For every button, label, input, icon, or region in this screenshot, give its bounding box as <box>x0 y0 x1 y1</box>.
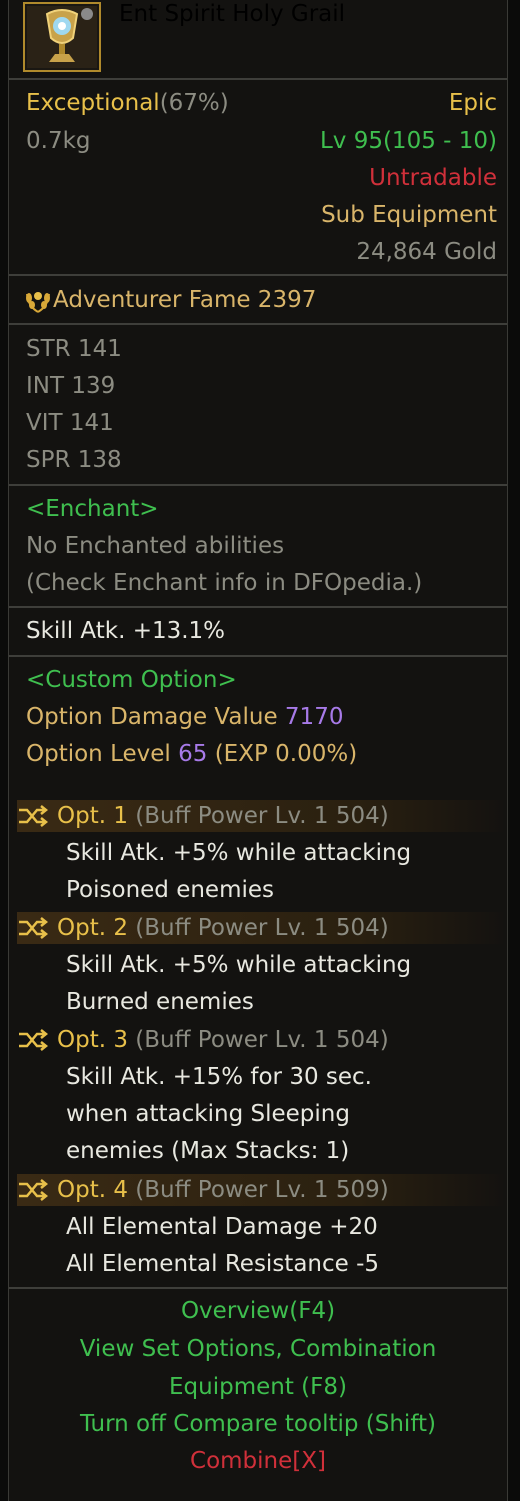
skill-attack: Skill Atk. +13.1% <box>26 618 226 644</box>
option-1-effect: Skill Atk. +5% while attacking <box>66 840 412 866</box>
trade-status: Untradable <box>369 165 497 191</box>
level-requirement: Lv 95(105 - 10) <box>319 128 497 154</box>
holy-grail-icon <box>23 2 101 72</box>
option-2-title: Opt. 2 (Buff Power Lv. 1 504) <box>57 913 520 943</box>
enchant-note: (Check Enchant info in DFOpedia.) <box>26 570 423 596</box>
shuffle-icon[interactable] <box>17 804 49 828</box>
option-3-buff: (Buff Power Lv. 1 504) <box>135 1027 389 1053</box>
option-level: Option Level 65 (EXP 0.00%) <box>26 739 357 769</box>
option-damage: Option Damage Value 7170 <box>26 702 343 732</box>
option-1-effect: Poisoned enemies <box>66 877 275 903</box>
shuffle-icon[interactable] <box>17 1178 49 1202</box>
laurel-icon <box>23 288 53 314</box>
option-2-effect: Skill Atk. +5% while attacking <box>66 952 412 978</box>
option-3-effect: when attacking Sleeping <box>66 1101 350 1127</box>
option-3-title[interactable]: Opt. 3 (Buff Power Lv. 1 504) <box>57 1025 520 1055</box>
quality-label: Exceptional <box>26 90 160 116</box>
slot-type: Sub Equipment <box>321 202 497 228</box>
compare-tooltip-hint[interactable]: Turn off Compare tooltip (Shift) <box>9 1409 507 1439</box>
option-level-value: 65 <box>178 741 208 767</box>
option-1-label: Opt. 1 <box>57 803 128 829</box>
divider <box>9 655 507 657</box>
option-3-effect: Skill Atk. +15% for 30 sec. <box>66 1064 372 1090</box>
option-exp: (EXP 0.00%) <box>214 741 358 767</box>
divider <box>9 484 507 486</box>
divider <box>9 78 507 80</box>
option-3-label: Opt. 3 <box>57 1027 128 1053</box>
quality-percent: (67%) <box>159 90 229 116</box>
quality: Exceptional(67%) <box>26 88 229 118</box>
option-4-label: Opt. 4 <box>57 1177 128 1203</box>
option-2-effect: Burned enemies <box>66 989 254 1015</box>
item-tooltip: Ent Spirit Holy Grail Exceptional(67%) E… <box>8 0 508 1501</box>
option-4-effect: All Elemental Damage +20 <box>66 1214 378 1240</box>
fame-row: Adventurer Fame 2397 <box>23 285 520 315</box>
stat-str: STR 141 <box>26 336 122 362</box>
option-damage-value: 7170 <box>284 704 344 730</box>
stat-int: INT 139 <box>26 373 116 399</box>
weight: 0.7kg <box>26 128 91 154</box>
view-set-options-hint[interactable]: View Set Options, Combination <box>9 1334 507 1364</box>
price: 24,864 Gold <box>356 239 497 265</box>
divider <box>9 274 507 276</box>
stat-spr: SPR 138 <box>26 447 122 473</box>
divider <box>9 1287 507 1289</box>
option-damage-label: Option Damage Value <box>26 704 278 730</box>
option-3-effect: enemies (Max Stacks: 1) <box>66 1138 350 1164</box>
divider <box>9 606 507 608</box>
option-1-title: Opt. 1 (Buff Power Lv. 1 504) <box>57 801 520 831</box>
shuffle-icon[interactable] <box>17 1028 49 1052</box>
combine-hint[interactable]: Combine[X] <box>9 1446 507 1476</box>
option-4-title: Opt. 4 (Buff Power Lv. 1 509) <box>57 1175 520 1205</box>
enchant-line: No Enchanted abilities <box>26 533 285 559</box>
option-2-buff: (Buff Power Lv. 1 504) <box>135 915 389 941</box>
option-4-effect: All Elemental Resistance -5 <box>66 1251 380 1277</box>
item-name: Ent Spirit Holy Grail <box>119 1 346 27</box>
view-set-options-hint[interactable]: Equipment (F8) <box>9 1372 507 1402</box>
option-4-buff: (Buff Power Lv. 1 509) <box>135 1177 389 1203</box>
shuffle-icon[interactable] <box>17 916 49 940</box>
fame-label: Adventurer Fame 2397 <box>53 287 317 313</box>
option-1-buff: (Buff Power Lv. 1 504) <box>135 803 389 829</box>
stat-vit: VIT 141 <box>26 410 114 436</box>
rarity: Epic <box>448 90 497 116</box>
option-level-label: Option Level <box>26 741 171 767</box>
divider <box>9 323 507 325</box>
option-2-label: Opt. 2 <box>57 915 128 941</box>
enchant-header: <Enchant> <box>26 496 159 522</box>
overview-hint[interactable]: Overview(F4) <box>9 1296 507 1326</box>
custom-option-header: <Custom Option> <box>26 667 237 693</box>
